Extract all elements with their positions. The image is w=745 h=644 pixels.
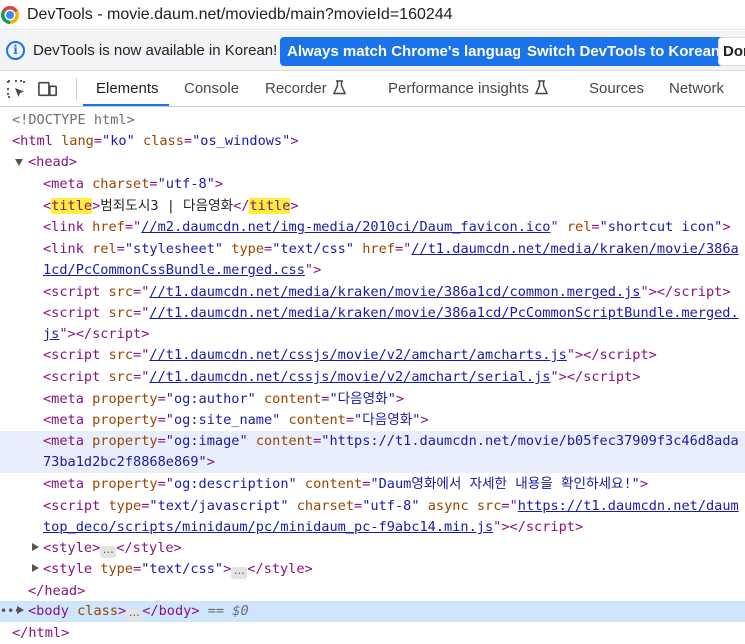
dom-line-html[interactable]: <html lang="ko" class="os_windows"> xyxy=(0,131,745,152)
tab-recorder-label: Recorder xyxy=(265,80,327,97)
switch-to-korean-button[interactable]: Switch DevTools to Korean xyxy=(520,37,728,66)
tab-recorder[interactable]: Recorder xyxy=(265,80,346,97)
infobar-message: DevTools is now available in Korean! xyxy=(33,42,278,59)
dom-line-meta-og-description[interactable]: <meta property="og:description" content=… xyxy=(0,474,745,495)
dom-line-head-close[interactable]: </head> xyxy=(0,581,745,602)
dom-line-meta-og-author[interactable]: <meta property="og:author" content="다음영화… xyxy=(0,389,745,410)
favicon-link-href[interactable]: //m2.daumcdn.net/img-media/2010ci/Daum_f… xyxy=(141,219,550,235)
collapsed-content-ellipsis[interactable]: … xyxy=(126,607,143,621)
dom-line-link-stylesheet-cont[interactable]: 1cd/PcCommonCssBundle.merged.css"> xyxy=(0,260,745,281)
html-lang-value: "ko" xyxy=(102,133,135,149)
tab-console[interactable]: Console xyxy=(184,80,239,97)
minidaum-charset: "utf-8" xyxy=(362,498,420,514)
window-title: DevTools - movie.daum.net/moviedb/main?m… xyxy=(27,6,453,23)
script-bundle-src-cont[interactable]: js xyxy=(43,326,59,342)
minidaum-src[interactable]: https://t1.daumcdn.net/daum xyxy=(518,498,739,514)
og-site-property: "og:site_name" xyxy=(165,412,281,428)
script-bundle-src[interactable]: //t1.daumcdn.net/media/kraken/movie/386a… xyxy=(149,305,738,321)
html-class-value: "os_windows" xyxy=(192,133,291,149)
og-image-content: "https://t1.daumcdn.net/movie/b05fec3790… xyxy=(321,433,739,449)
dom-line-script-minidaum[interactable]: <script type="text/javascript" charset="… xyxy=(0,496,745,517)
always-match-language-button[interactable]: Always match Chrome's language xyxy=(280,37,537,66)
og-site-content: "다음영화" xyxy=(354,412,421,428)
dom-line-script-bundle[interactable]: <script src="//t1.daumcdn.net/media/krak… xyxy=(0,303,745,324)
style-type-value: "text/css" xyxy=(141,561,224,577)
toolbar-divider xyxy=(76,78,77,100)
dom-line-link-favicon[interactable]: <link href="//m2.daumcdn.net/img-media/2… xyxy=(0,217,745,238)
stylesheet-rel: "stylesheet" xyxy=(124,241,224,257)
minidaum-type: "text/javascript" xyxy=(149,498,289,514)
dom-line-style[interactable]: <style>… </style> xyxy=(0,538,745,559)
dom-line-meta-og-site[interactable]: <meta property="og:site_name" content="다… xyxy=(0,410,745,431)
dom-line-meta-og-image-cont[interactable]: 73ba1d2bc2f8868e869"> xyxy=(0,452,745,473)
dom-line-title[interactable]: <title>범죄도시3 | 다음영화</title> xyxy=(0,196,745,217)
dom-line-script-amcharts[interactable]: <script src="//t1.daumcdn.net/cssjs/movi… xyxy=(0,345,745,366)
minidaum-src-cont[interactable]: top_deco/scripts/minidaum/pc/minidaum_pc… xyxy=(43,519,493,535)
dom-line-meta-og-image[interactable]: <meta property="og:image" content="https… xyxy=(0,431,745,452)
title-text: 범죄도시3 | 다음영화 xyxy=(100,198,234,214)
elements-dom-tree: <!DOCTYPE html> <html lang="ko" class="o… xyxy=(0,109,745,644)
script-amcharts-src[interactable]: //t1.daumcdn.net/cssjs/movie/v2/amchart/… xyxy=(149,347,566,363)
devtools-tabbar: Elements Console Recorder Performance in… xyxy=(0,71,745,107)
selected-node-marker: == $0 xyxy=(207,603,249,619)
og-image-property: "og:image" xyxy=(165,433,248,449)
language-infobar: i DevTools is now available in Korean! A… xyxy=(0,31,745,71)
dom-line-script-common[interactable]: <script src="//t1.daumcdn.net/media/krak… xyxy=(0,282,745,303)
og-description-content: "Daum영화에서 자세한 내용을 확인하세요!" xyxy=(370,476,640,492)
og-image-content-cont: 73ba1d2bc2f8868e869" xyxy=(43,454,207,470)
tab-sources[interactable]: Sources xyxy=(589,80,644,97)
dom-line-doctype[interactable]: <!DOCTYPE html> xyxy=(0,110,745,131)
dom-line-link-stylesheet[interactable]: <link rel="stylesheet" type="text/css" h… xyxy=(0,239,745,260)
chrome-logo-icon xyxy=(1,6,19,24)
inspect-element-icon[interactable] xyxy=(6,79,26,99)
dont-show-again-button[interactable]: Don't show again xyxy=(718,37,745,66)
dom-line-html-close[interactable]: </html> xyxy=(0,623,745,644)
og-author-content: "다음영화" xyxy=(329,391,396,407)
script-common-src[interactable]: //t1.daumcdn.net/media/kraken/movie/386a… xyxy=(149,284,640,300)
tab-network[interactable]: Network xyxy=(669,80,724,97)
tab-elements[interactable]: Elements xyxy=(96,80,159,97)
dom-line-script-serial[interactable]: <script src="//t1.daumcdn.net/cssjs/movi… xyxy=(0,367,745,388)
stylesheet-href-cont[interactable]: 1cd/PcCommonCssBundle.merged.css xyxy=(43,262,305,278)
dom-line-meta-charset[interactable]: <meta charset="utf-8"> xyxy=(0,174,745,195)
script-serial-src[interactable]: //t1.daumcdn.net/cssjs/movie/v2/amchart/… xyxy=(149,369,550,385)
device-toolbar-icon[interactable] xyxy=(38,79,58,99)
experimental-flask-icon xyxy=(534,80,548,95)
doctype-node: <!DOCTYPE html> xyxy=(12,112,135,128)
experimental-flask-icon xyxy=(332,80,346,95)
expand-body-icon[interactable] xyxy=(17,606,24,614)
og-author-property: "og:author" xyxy=(165,391,256,407)
collapsed-content-ellipsis[interactable]: … xyxy=(100,544,117,558)
dom-line-head-open[interactable]: <head> xyxy=(0,152,700,173)
dom-line-script-bundle-cont[interactable]: js"></script> xyxy=(0,324,745,345)
favicon-link-rel: "shortcut icon" xyxy=(599,219,723,235)
meta-charset-value: "utf-8" xyxy=(157,176,215,192)
tab-performance-insights[interactable]: Performance insights xyxy=(388,80,548,97)
window-titlebar: DevTools - movie.daum.net/moviedb/main?m… xyxy=(0,0,745,30)
tab-performance-label: Performance insights xyxy=(388,80,529,97)
info-icon: i xyxy=(6,41,25,60)
stylesheet-type: "text/css" xyxy=(272,241,355,257)
dom-line-style-text-css[interactable]: <style type="text/css">… </style> xyxy=(0,559,745,580)
active-tab-indicator xyxy=(83,104,169,106)
og-description-property: "og:description" xyxy=(165,476,297,492)
collapsed-content-ellipsis[interactable]: … xyxy=(231,565,248,579)
dom-line-body-selected[interactable]: <body class>… </body> == $0 xyxy=(0,601,745,622)
dom-line-script-minidaum-cont[interactable]: top_deco/scripts/minidaum/pc/minidaum_pc… xyxy=(0,517,745,538)
stylesheet-href[interactable]: //t1.daumcdn.net/media/kraken/movie/386a xyxy=(411,241,738,257)
